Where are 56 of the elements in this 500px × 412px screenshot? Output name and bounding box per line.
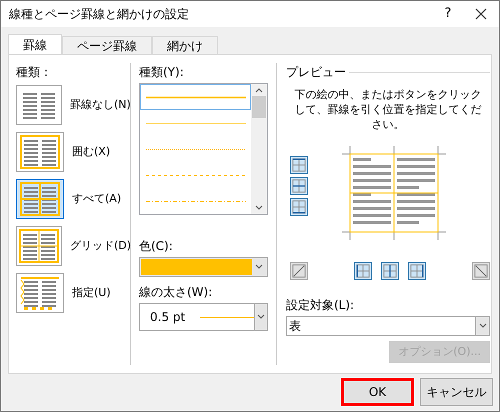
tab[interactable]: 罫線 (8, 34, 62, 54)
border-preset-icon (18, 180, 62, 218)
color-label: 色(C): (139, 238, 174, 255)
caret-icon (256, 314, 265, 320)
close-icon[interactable] (475, 8, 487, 20)
border-toggle-button[interactable] (290, 262, 308, 280)
border-preset-icon (18, 133, 62, 171)
border-toggle-button[interactable] (290, 156, 308, 174)
border-toggle-button[interactable] (290, 177, 308, 195)
scroll-thumb[interactable] (252, 96, 266, 118)
preset-label: 指定(U) (72, 284, 111, 301)
border-toggle-button[interactable] (290, 198, 308, 216)
help-button[interactable]: ? (433, 4, 463, 24)
border-preset-button[interactable] (16, 273, 64, 313)
border-preset-button[interactable] (16, 179, 64, 219)
diagonal-border-icon (292, 264, 306, 278)
width-value: 0.5 pt (150, 309, 186, 326)
border-grid-icon (292, 158, 306, 172)
border-preset-button[interactable] (16, 85, 62, 125)
preview-instructions: 下の絵の中、またはボタンをクリックして、罫線を引く位置を指定してください。 (294, 87, 482, 132)
tab[interactable]: ページ罫線 (62, 36, 152, 54)
color-dropdown[interactable] (139, 257, 268, 277)
preview-label: プレビュー (286, 64, 346, 81)
preset-label: グリッド(D) (70, 238, 132, 254)
style-label: 種類(Y): (139, 64, 185, 81)
apply-to-value: 表 (289, 318, 302, 335)
border-grid-icon (356, 264, 370, 278)
caret-icon (255, 264, 263, 270)
dialog-button[interactable]: OK (341, 378, 414, 406)
border-toggle-button[interactable] (381, 262, 399, 280)
line-width-sample (200, 316, 254, 318)
scrollbar[interactable] (251, 84, 267, 214)
border-grid-icon (292, 200, 306, 214)
preset-label: 囲む(X) (72, 144, 110, 160)
caret-icon (478, 323, 486, 329)
border-preset-button[interactable] (16, 226, 62, 266)
border-grid-icon (383, 264, 397, 278)
border-toggle-button[interactable] (354, 262, 372, 280)
apply-to-dropdown[interactable]: 表 (286, 316, 490, 336)
border-toggle-button[interactable] (408, 262, 426, 280)
border-grid-icon (410, 264, 424, 278)
border-grid-icon (292, 179, 306, 193)
width-label: 線の太さ(W): (139, 284, 214, 301)
dialog-button[interactable]: キャンセル (420, 378, 493, 406)
border-toggle-button[interactable] (472, 262, 490, 280)
diagonal-border-icon (474, 264, 488, 278)
window-title: 線種とページ罫線と網かけの設定 (9, 6, 190, 23)
width-dropdown[interactable]: 0.5 pt (139, 303, 268, 331)
preset-label: 罫線なし(N) (70, 96, 131, 113)
border-preset-button[interactable] (16, 132, 64, 172)
border-preset-icon (18, 274, 62, 312)
preset-label: すべて(A) (72, 190, 122, 207)
setting-label: 種類： (16, 64, 53, 81)
border-preset-icon (17, 227, 61, 265)
apply-to-label: 設定対象(L): (286, 297, 356, 314)
tab[interactable]: 網かけ (152, 36, 218, 54)
